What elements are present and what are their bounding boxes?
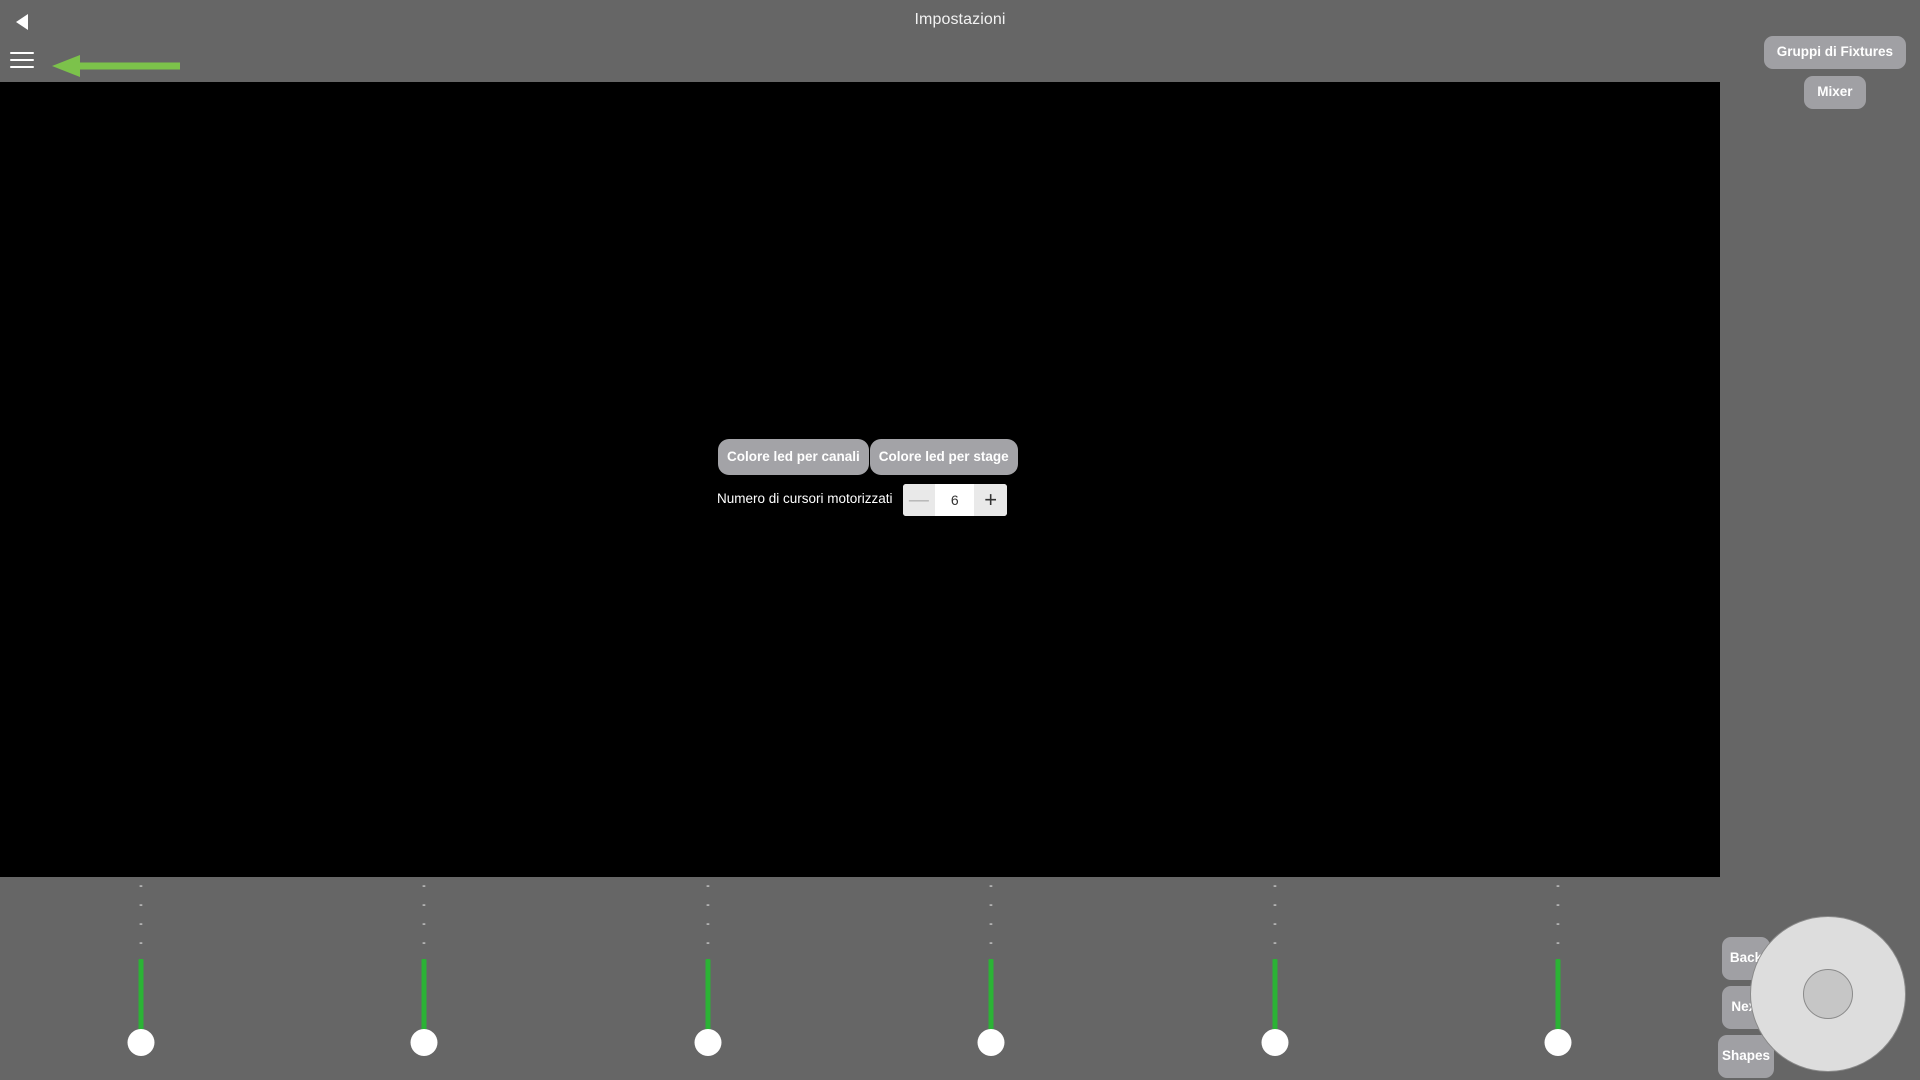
fader-3-track[interactable] xyxy=(705,959,711,1034)
colore-led-per-stage-button[interactable]: Colore led per stage xyxy=(869,439,1018,475)
fader-1-track[interactable] xyxy=(138,959,144,1034)
hamburger-line-1 xyxy=(10,52,34,54)
fader-1-knob[interactable] xyxy=(127,1029,155,1056)
led-color-button-row: Colore led per canali Colore led per sta… xyxy=(718,439,1018,475)
decrement-button[interactable]: — xyxy=(902,483,936,516)
hamburger-line-2 xyxy=(10,59,34,61)
fader-6-tick-label: - xyxy=(1556,880,1560,892)
top-right-button-group: Gruppi di Fixtures Mixer xyxy=(1763,36,1906,109)
annotation-arrow-icon xyxy=(52,55,180,77)
colore-led-per-canali-button[interactable]: Colore led per canali xyxy=(718,439,869,475)
fader-3-knob[interactable] xyxy=(694,1029,722,1056)
fader-5-tick-label: - xyxy=(1273,918,1277,930)
motorized-cursors-label: Numero di cursori motorizzati xyxy=(717,491,893,507)
app-root: Impostazioni Gruppi di Fixtures Mixer Co… xyxy=(0,0,1920,1080)
fader-6: - - - - xyxy=(1528,877,1588,1080)
gruppi-di-fixtures-button[interactable]: Gruppi di Fixtures xyxy=(1763,36,1906,69)
fader-2: - - - - xyxy=(394,877,454,1080)
motorized-cursors-stepper: — 6 + xyxy=(902,483,1007,516)
increment-button[interactable]: + xyxy=(974,483,1007,516)
fader-5-knob[interactable] xyxy=(1261,1029,1289,1056)
fader-1: - - - - xyxy=(111,877,171,1080)
fader-4: - - - - xyxy=(961,877,1021,1080)
fader-6-knob[interactable] xyxy=(1544,1029,1572,1056)
fader-5-tick-label: - xyxy=(1273,880,1277,892)
hamburger-line-3 xyxy=(10,66,34,68)
fader-4-tick-label: - xyxy=(989,937,993,949)
motorized-cursors-row: Numero di cursori motorizzati — 6 + xyxy=(717,483,1007,516)
page-title: Impostazioni xyxy=(914,11,1006,28)
fader-6-tick-labels: - - - - xyxy=(1528,877,1588,953)
fader-3-tick-label: - xyxy=(706,918,710,930)
fader-2-tick-label: - xyxy=(422,880,426,892)
fader-4-tick-labels: - - - - xyxy=(961,877,1021,953)
fader-1-tick-labels: - - - - xyxy=(111,877,171,953)
hamburger-menu-icon[interactable] xyxy=(10,50,34,70)
fader-2-tick-label: - xyxy=(422,899,426,911)
jog-wheel-dial[interactable] xyxy=(1750,916,1906,1072)
fader-2-knob[interactable] xyxy=(410,1029,438,1056)
fader-1-tick-label: - xyxy=(139,918,143,930)
settings-panel: Colore led per canali Colore led per sta… xyxy=(717,439,1018,516)
fader-4-track[interactable] xyxy=(988,959,994,1034)
fader-5-tick-label: - xyxy=(1273,899,1277,911)
fader-4-tick-label: - xyxy=(989,918,993,930)
fader-6-tick-label: - xyxy=(1556,937,1560,949)
top-bar: Impostazioni xyxy=(0,0,1920,82)
fader-3: - - - - xyxy=(678,877,738,1080)
fader-2-tick-label: - xyxy=(422,937,426,949)
fader-5-tick-labels: - - - - xyxy=(1245,877,1305,953)
motorized-cursors-value[interactable]: 6 xyxy=(935,483,975,516)
main-stage-area: Colore led per canali Colore led per sta… xyxy=(0,82,1720,877)
fader-3-tick-label: - xyxy=(706,899,710,911)
fader-4-tick-label: - xyxy=(989,880,993,892)
fader-panel: - - - - - - - - - - - - - - - - - - - - - - - - xyxy=(0,877,1720,1080)
fader-3-tick-label: - xyxy=(706,880,710,892)
fader-3-tick-labels: - - - - xyxy=(678,877,738,953)
fader-4-tick-label: - xyxy=(989,899,993,911)
fader-4-knob[interactable] xyxy=(977,1029,1005,1056)
fader-6-tick-label: - xyxy=(1556,918,1560,930)
mixer-button[interactable]: Mixer xyxy=(1804,75,1866,109)
fader-1-tick-label: - xyxy=(139,937,143,949)
fader-2-tick-labels: - - - - xyxy=(394,877,454,953)
fader-5-track[interactable] xyxy=(1272,959,1278,1034)
fader-5-tick-label: - xyxy=(1273,937,1277,949)
fader-6-tick-label: - xyxy=(1556,899,1560,911)
fader-5: - - - - xyxy=(1245,877,1305,1080)
jog-wheel-hub[interactable] xyxy=(1803,969,1853,1019)
fader-3-tick-label: - xyxy=(706,937,710,949)
fader-2-track[interactable] xyxy=(421,959,427,1034)
fader-1-tick-label: - xyxy=(139,899,143,911)
fader-6-track[interactable] xyxy=(1555,959,1561,1034)
fader-2-tick-label: - xyxy=(422,918,426,930)
fader-1-tick-label: - xyxy=(139,880,143,892)
